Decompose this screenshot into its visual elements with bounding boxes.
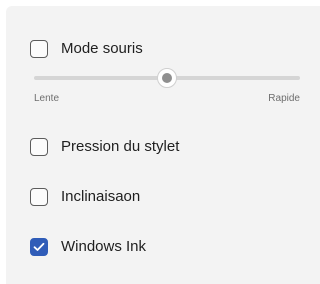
windows-ink-option[interactable]: Windows Ink	[30, 236, 146, 258]
tilt-checkbox[interactable]	[30, 188, 48, 206]
mouse-mode-option[interactable]: Mode souris	[30, 38, 143, 60]
pen-pressure-label: Pression du stylet	[61, 138, 180, 155]
slider-thumb-center	[162, 73, 172, 83]
pen-pressure-checkbox[interactable]	[30, 138, 48, 156]
windows-ink-checkbox[interactable]	[30, 238, 48, 256]
slider-thumb[interactable]	[157, 68, 177, 88]
tilt-label: Inclinaisaon	[61, 188, 141, 205]
windows-ink-label: Windows Ink	[61, 238, 147, 255]
mouse-mode-label: Mode souris	[61, 40, 143, 57]
checkmark-icon	[33, 242, 45, 251]
slider-max-label: Rapide	[268, 93, 300, 104]
speed-slider[interactable]	[34, 68, 300, 88]
slider-min-label: Lente	[34, 93, 60, 104]
mouse-mode-checkbox[interactable]	[30, 40, 48, 58]
tilt-option[interactable]: Inclinaisaon	[30, 186, 140, 208]
pen-pressure-option[interactable]: Pression du stylet	[30, 136, 179, 158]
